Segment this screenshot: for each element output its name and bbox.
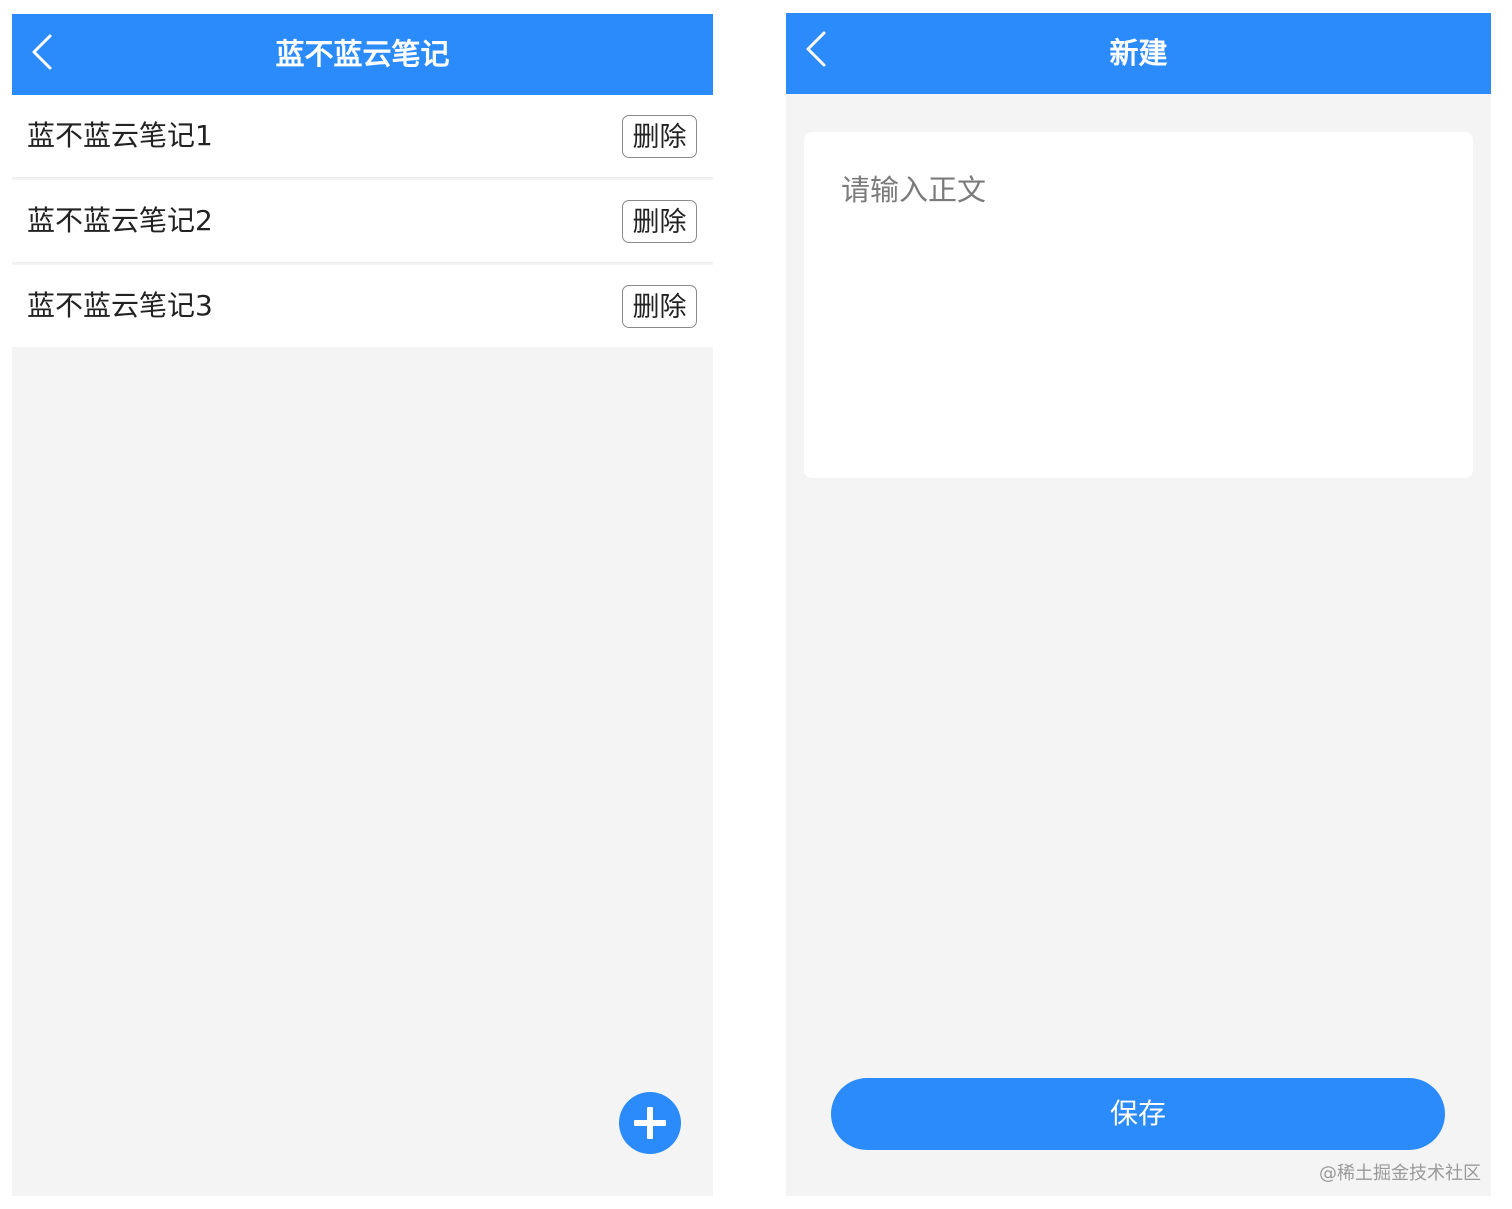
plus-icon — [619, 1092, 681, 1154]
page-title: 新建 — [1109, 36, 1168, 70]
navbar: 新建 — [786, 13, 1491, 94]
list-item[interactable]: 蓝不蓝云笔记2 删除 — [12, 180, 713, 263]
watermark: @稀土掘金技术社区 — [1319, 1163, 1481, 1184]
navbar: 蓝不蓝云笔记 — [12, 14, 713, 95]
note-list: 蓝不蓝云笔记1 删除 蓝不蓝云笔记2 删除 蓝不蓝云笔记3 删除 — [12, 95, 713, 347]
delete-button[interactable]: 删除 — [622, 115, 697, 158]
note-title: 蓝不蓝云笔记3 — [27, 289, 213, 322]
list-item[interactable]: 蓝不蓝云笔记1 删除 — [12, 95, 713, 178]
note-list-screen: 蓝不蓝云笔记 蓝不蓝云笔记1 删除 蓝不蓝云笔记2 删除 蓝不蓝云笔记3 删除 — [12, 14, 713, 1196]
list-item[interactable]: 蓝不蓝云笔记3 删除 — [12, 265, 713, 347]
save-button[interactable]: 保存 — [831, 1078, 1445, 1150]
delete-button[interactable]: 删除 — [622, 200, 697, 243]
note-title: 蓝不蓝云笔记2 — [27, 204, 213, 237]
note-body-input[interactable] — [804, 132, 1473, 478]
new-note-screen: 新建 保存 @稀土掘金技术社区 — [786, 13, 1491, 1196]
delete-button[interactable]: 删除 — [622, 285, 697, 328]
add-note-button[interactable] — [619, 1092, 681, 1154]
note-title: 蓝不蓝云笔记1 — [27, 119, 213, 152]
page-title: 蓝不蓝云笔记 — [275, 37, 450, 71]
